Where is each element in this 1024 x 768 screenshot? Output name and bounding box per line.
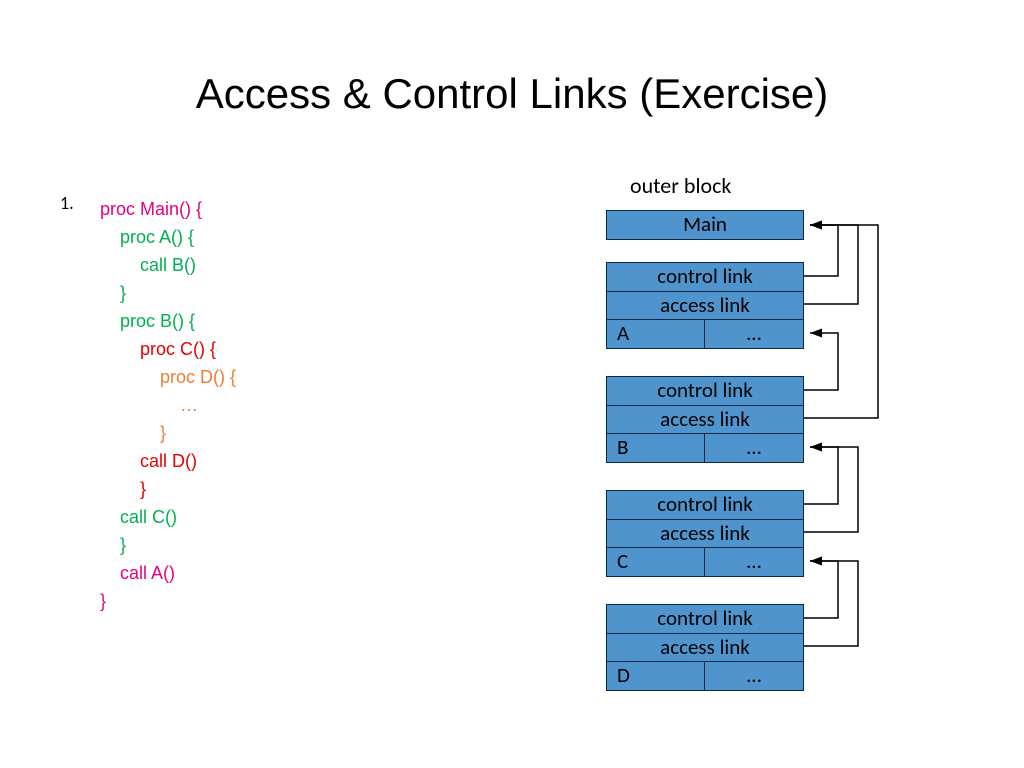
access-link-label: access link <box>607 291 803 319</box>
page-title: Access & Control Links (Exercise) <box>0 70 1024 118</box>
frame-b: control link access link B … <box>606 376 804 463</box>
code-line: } <box>100 591 106 611</box>
code-line: proc C() { <box>140 339 216 359</box>
frame-ellipsis: … <box>705 434 803 462</box>
list-number: 1. <box>60 192 74 214</box>
frame-name: B <box>607 434 705 462</box>
frame-ellipsis: … <box>705 320 803 348</box>
control-link-label: control link <box>607 263 803 291</box>
control-link-label: control link <box>607 605 803 633</box>
frame-name: C <box>607 548 705 576</box>
access-link-label: access link <box>607 405 803 433</box>
frame-d: control link access link D … <box>606 604 804 691</box>
code-line: } <box>120 283 126 303</box>
code-line: proc B() { <box>120 311 195 331</box>
frame-c: control link access link C … <box>606 490 804 577</box>
frame-row: C … <box>607 547 803 576</box>
outer-block-label: outer block <box>630 172 731 199</box>
frame-ellipsis: … <box>705 662 803 690</box>
code-block: proc Main() { proc A() { call B() } proc… <box>100 195 236 615</box>
access-link-label: access link <box>607 519 803 547</box>
code-line: call C() <box>120 507 177 527</box>
frame-name: D <box>607 662 705 690</box>
code-line: call B() <box>140 255 196 275</box>
code-line: } <box>140 479 146 499</box>
frame-main-label: Main <box>607 211 803 239</box>
frame-name: A <box>607 320 705 348</box>
code-line: call A() <box>120 563 175 583</box>
frame-ellipsis: … <box>705 548 803 576</box>
frame-a: control link access link A … <box>606 262 804 349</box>
code-line: proc D() { <box>160 367 236 387</box>
frame-row: A … <box>607 319 803 348</box>
frame-main: Main <box>606 210 804 240</box>
code-line: } <box>160 423 166 443</box>
code-line: proc Main() { <box>100 199 202 219</box>
frame-row: D … <box>607 661 803 690</box>
control-link-label: control link <box>607 377 803 405</box>
frame-row: B … <box>607 433 803 462</box>
code-line: } <box>120 535 126 555</box>
code-line: call D() <box>140 451 197 471</box>
control-link-label: control link <box>607 491 803 519</box>
code-line: proc A() { <box>120 227 194 247</box>
code-line: … <box>180 395 198 415</box>
slide: Access & Control Links (Exercise) 1. pro… <box>0 0 1024 768</box>
access-link-label: access link <box>607 633 803 661</box>
